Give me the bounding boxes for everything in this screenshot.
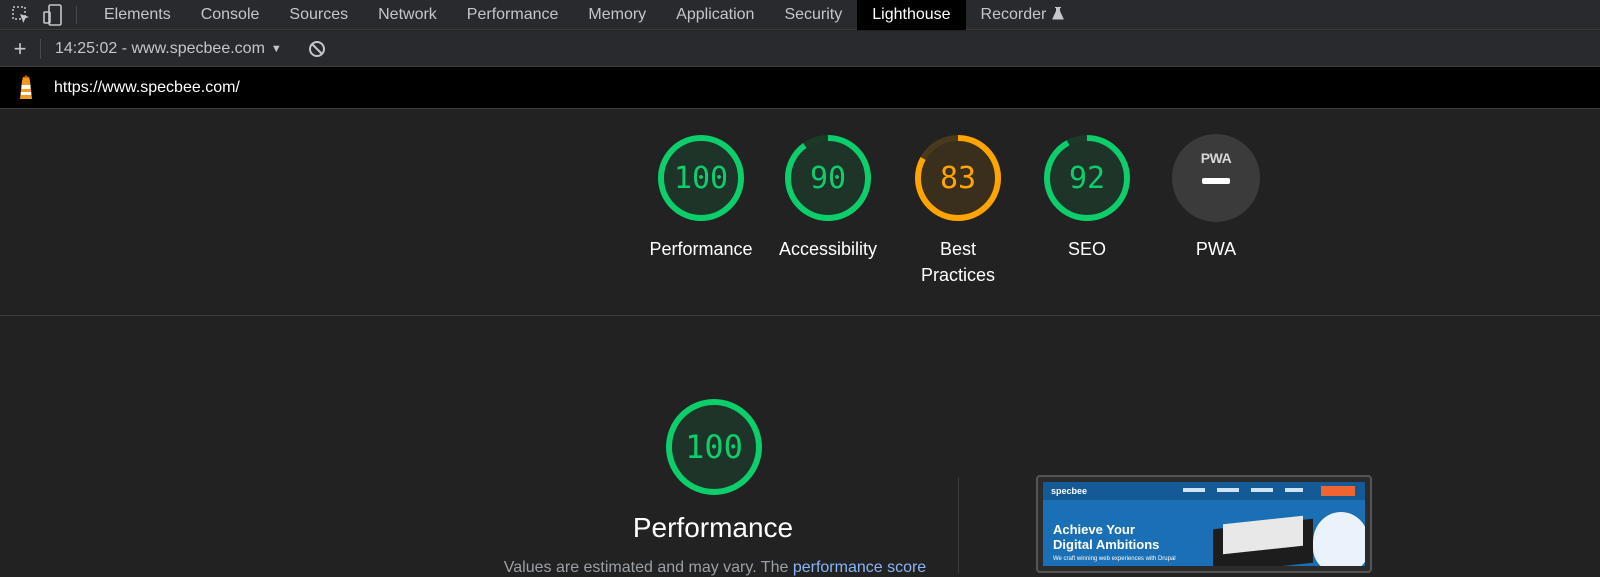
report-selector[interactable]: 14:25:02 - www.specbee.com ▼	[55, 40, 282, 58]
tab-lighthouse[interactable]: Lighthouse	[857, 0, 966, 30]
performance-title: Performance	[632, 512, 794, 543]
pwa-badge-text: PWA	[1200, 150, 1232, 166]
screenshot-nav-links	[1183, 488, 1303, 492]
performance-score: 100	[685, 428, 743, 466]
tab-application[interactable]: Application	[661, 0, 769, 30]
performance-score-link[interactable]: performance score	[793, 559, 926, 576]
gauge-label: Accessibility	[778, 239, 878, 259]
tab-console[interactable]: Console	[186, 0, 275, 30]
gauge-ring: 100	[657, 134, 745, 222]
lighthouse-toolbar: + 14:25:02 - www.specbee.com ▼	[0, 31, 1600, 67]
gauge-label: Performance	[649, 239, 753, 259]
gauge-accessibility[interactable]: 90 Accessibility	[763, 134, 893, 262]
plus-icon[interactable]: +	[0, 36, 40, 62]
report-url-bar: https://www.specbee.com/	[0, 67, 1600, 109]
gauge-score: 83	[939, 160, 977, 196]
screenshot-subline: We craft winning web experiences with Dr…	[1053, 556, 1176, 562]
pwa-badge: PWA	[1172, 134, 1260, 222]
gauge-label: PWA	[1195, 239, 1237, 259]
chevron-down-icon: ▼	[270, 42, 282, 55]
pwa-dash-icon	[1202, 178, 1230, 184]
gauge-score: 100	[673, 160, 729, 196]
gauge-ring: 83	[914, 134, 1002, 222]
screenshot-nav: specbee	[1043, 482, 1365, 500]
tab-memory[interactable]: Memory	[573, 0, 661, 30]
screenshot-cta	[1321, 486, 1355, 496]
gauge-score: 92	[1068, 160, 1106, 196]
gauge-performance[interactable]: 100 Performance	[636, 134, 766, 262]
tab-network[interactable]: Network	[363, 0, 452, 30]
device-toolbar-icon[interactable]	[42, 3, 64, 26]
gauge-best-practices[interactable]: 83 Best Practices	[893, 134, 1023, 288]
performance-note: Values are estimated and may vary. The p…	[503, 559, 927, 576]
gauge-label: Best Practices	[920, 239, 996, 285]
performance-gauge: 100	[665, 398, 763, 496]
gauge-seo[interactable]: 92 SEO	[1022, 134, 1152, 262]
toolbar-divider	[76, 5, 77, 24]
score-summary: 100 Performance 90 Accessibility 83 Best…	[0, 110, 1600, 316]
screenshot-logo: specbee	[1051, 486, 1088, 496]
tab-performance[interactable]: Performance	[452, 0, 574, 30]
tab-security[interactable]: Security	[769, 0, 857, 30]
flask-icon	[1052, 6, 1065, 23]
report-url[interactable]: https://www.specbee.com/	[54, 79, 240, 97]
gauge-ring: 92	[1043, 134, 1131, 222]
lighthouse-logo-icon	[16, 74, 38, 101]
toolbar-divider	[40, 38, 41, 59]
gauge-label: SEO	[1067, 239, 1106, 259]
section-divider	[958, 477, 959, 573]
final-screenshot-thumbnail[interactable]: specbee Achieve Your Digital Ambitions W…	[1036, 475, 1372, 573]
screenshot-headline: Achieve Your Digital Ambitions	[1053, 522, 1160, 552]
drupal-drop-icon	[1313, 512, 1365, 566]
screenshot-image: specbee Achieve Your Digital Ambitions W…	[1043, 482, 1365, 566]
inspect-icon[interactable]	[10, 4, 32, 26]
gauge-pwa[interactable]: PWA PWA	[1151, 134, 1281, 262]
devtools-tab-bar: Elements Console Sources Network Perform…	[0, 0, 1600, 30]
tab-sources[interactable]: Sources	[274, 0, 363, 30]
clear-icon[interactable]	[308, 40, 326, 58]
tab-recorder[interactable]: Recorder	[966, 0, 1080, 30]
tab-elements[interactable]: Elements	[89, 0, 186, 30]
gauge-ring: 90	[784, 134, 872, 222]
gauge-score: 90	[809, 160, 847, 196]
